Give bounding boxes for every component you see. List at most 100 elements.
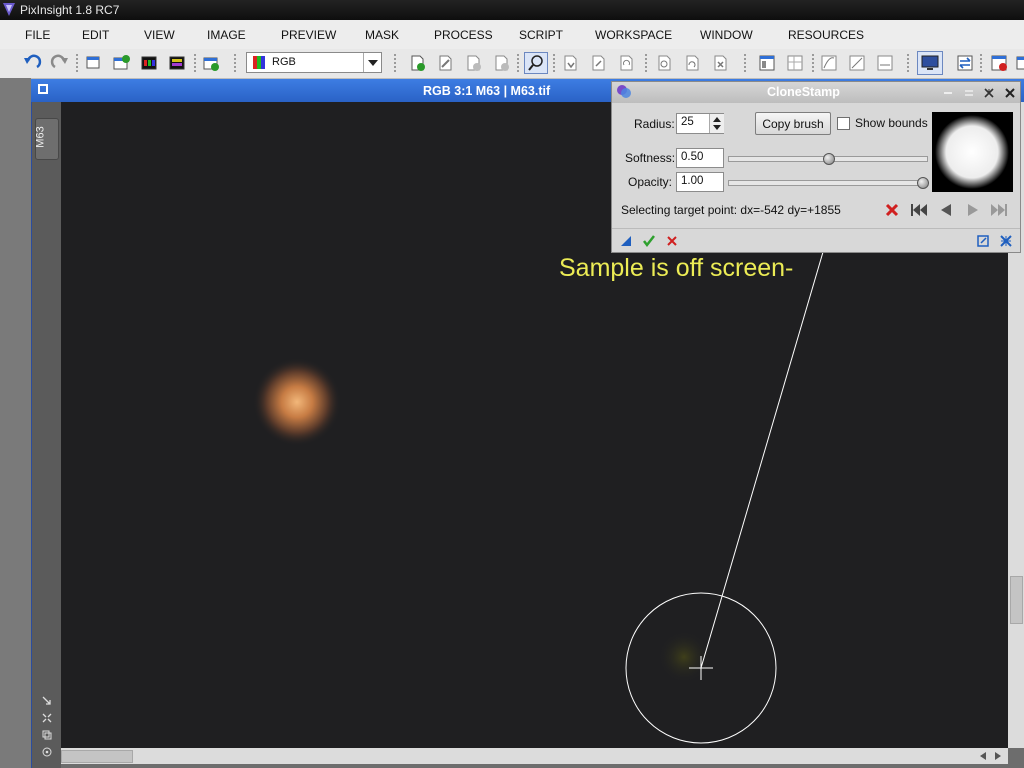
toolbar-separator [194, 54, 196, 72]
brush-preview-image [935, 115, 1009, 189]
brush-preview [932, 112, 1013, 192]
toolbar-separator [234, 54, 236, 72]
toolbar-separator [394, 54, 396, 72]
status-message: Selecting target point: dx=-542 dy=+1855 [621, 203, 841, 217]
undo-icon[interactable] [22, 53, 42, 73]
zoom-fit-icon[interactable] [42, 713, 52, 723]
first-action-icon[interactable] [910, 202, 928, 218]
stf-reset-icon[interactable] [847, 53, 867, 73]
horizontal-scroll-thumb[interactable] [61, 750, 133, 763]
readout-tool-button[interactable] [524, 52, 548, 74]
next-action-icon[interactable] [965, 202, 981, 218]
copy-brush-button[interactable]: Copy brush [755, 112, 831, 135]
opacity-field[interactable]: 1.00 [676, 172, 724, 192]
transfer-icon[interactable] [955, 53, 975, 73]
redo-icon[interactable] [50, 53, 70, 73]
channel-select[interactable]: RGB [246, 52, 382, 73]
view-tab-m63[interactable]: M63 [35, 118, 59, 160]
cancel-icon[interactable] [665, 234, 679, 248]
opacity-label: Opacity: [628, 175, 673, 189]
rgb-swatch-icon [253, 56, 265, 69]
channel-select-value: RGB [272, 56, 296, 68]
previous-action-icon[interactable] [938, 202, 954, 218]
edit-preview-icon[interactable] [435, 53, 455, 73]
app-title: PixInsight 1.8 RC7 [20, 3, 120, 17]
menu-view[interactable]: VIEW [144, 28, 175, 42]
menu-image[interactable]: IMAGE [207, 28, 246, 42]
last-action-icon[interactable] [990, 202, 1008, 218]
collapse-icon[interactable] [983, 87, 995, 99]
window-list-icon[interactable] [1012, 53, 1024, 73]
new-preview-icon[interactable] [407, 53, 427, 73]
panel-bottom-bar [612, 228, 1020, 253]
window-new-icon[interactable] [83, 53, 103, 73]
stf-icon[interactable] [819, 53, 839, 73]
vertical-scroll-thumb[interactable] [1010, 576, 1023, 624]
process-grid-icon[interactable] [785, 53, 805, 73]
mask-refresh-icon[interactable] [682, 53, 702, 73]
opacity-slider[interactable] [728, 180, 928, 186]
process-icon [617, 85, 631, 98]
image-window-sidebar: M63 [31, 102, 61, 768]
rgb-image-icon[interactable] [139, 53, 159, 73]
window-icon[interactable] [38, 84, 48, 94]
softness-slider-handle[interactable] [823, 153, 835, 165]
opacity-slider-handle[interactable] [917, 177, 929, 189]
mask-icon[interactable] [654, 53, 674, 73]
shade-icon[interactable] [964, 88, 974, 98]
new-image-icon[interactable] [111, 53, 131, 73]
softness-field[interactable]: 0.50 [676, 148, 724, 168]
new-window-icon[interactable] [201, 53, 221, 73]
close-icon[interactable] [1004, 87, 1016, 99]
menu-resources[interactable]: RESOURCES [788, 28, 864, 42]
radius-label: Radius: [634, 117, 675, 131]
stf-track-icon[interactable] [875, 53, 895, 73]
menu-workspace[interactable]: WORKSPACE [595, 28, 672, 42]
menu-file[interactable]: FILE [25, 28, 50, 42]
spinner-arrows-icon[interactable] [710, 114, 724, 133]
menu-bar: FILE EDIT VIEW IMAGE PREVIEW MASK PROCES… [0, 20, 1024, 50]
toolbar-separator [980, 54, 982, 72]
scroll-right-icon[interactable] [993, 751, 1003, 761]
browse-documentation-icon[interactable] [976, 234, 990, 248]
history-icon[interactable] [560, 53, 580, 73]
mask-remove-icon[interactable] [710, 53, 730, 73]
toolbar-separator [645, 54, 647, 72]
chevron-down-icon[interactable] [363, 53, 381, 72]
show-bounds-checkbox[interactable] [837, 117, 850, 130]
menu-edit[interactable]: EDIT [82, 28, 109, 42]
clonestamp-title: CloneStamp [767, 85, 840, 99]
scroll-left-icon[interactable] [978, 751, 988, 761]
toolbar-separator [76, 54, 78, 72]
clonestamp-titlebar[interactable]: CloneStamp [612, 82, 1020, 103]
screen-toggle-button[interactable] [917, 51, 943, 75]
add-preview-icon[interactable] [463, 53, 483, 73]
toolbar-separator [744, 54, 746, 72]
fit-view-icon[interactable] [42, 696, 52, 706]
show-bounds-label[interactable]: Show bounds [855, 116, 928, 130]
menu-mask[interactable]: MASK [365, 28, 399, 42]
center-view-icon[interactable] [42, 747, 52, 757]
menu-process[interactable]: PROCESS [434, 28, 493, 42]
minimize-icon[interactable] [943, 88, 953, 98]
menu-script[interactable]: SCRIPT [519, 28, 563, 42]
softness-label: Softness: [625, 151, 676, 165]
toolbar-separator [812, 54, 814, 72]
reset-icon[interactable] [999, 234, 1013, 248]
workspace-left-strip [0, 78, 31, 768]
opacity-value: 1.00 [681, 175, 704, 187]
new-instance-icon[interactable] [620, 235, 632, 247]
menu-window[interactable]: WINDOW [700, 28, 753, 42]
undo-history-icon[interactable] [588, 53, 608, 73]
remove-preview-icon[interactable] [491, 53, 511, 73]
process-window-icon[interactable] [757, 53, 777, 73]
delete-action-icon[interactable] [884, 202, 900, 218]
rotate-icon[interactable] [616, 53, 636, 73]
copy-view-icon[interactable] [42, 730, 52, 740]
rgb-channels-icon[interactable] [167, 53, 187, 73]
menu-preview[interactable]: PREVIEW [281, 28, 336, 42]
close-all-icon[interactable] [989, 53, 1009, 73]
apply-icon[interactable] [642, 234, 656, 248]
radius-spinner[interactable] [709, 114, 724, 133]
horizontal-scrollbar[interactable] [61, 748, 1008, 764]
